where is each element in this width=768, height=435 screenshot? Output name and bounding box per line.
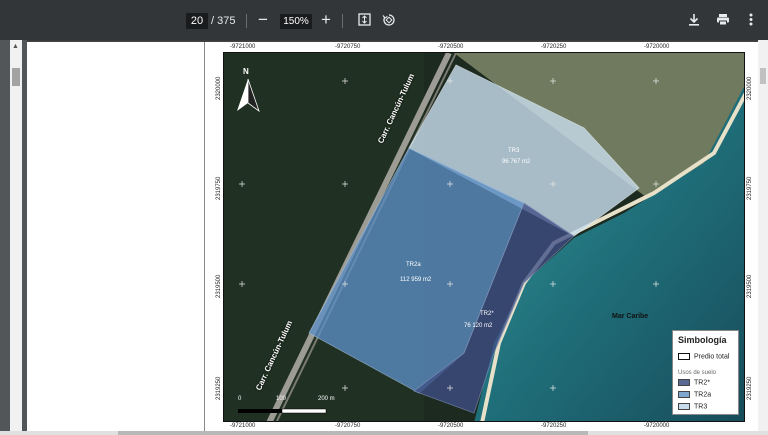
y-tick-right: 2319250 — [747, 376, 753, 400]
x-tick-top: -9721000 — [230, 44, 256, 50]
legend-item-tr2a: TR2a — [678, 391, 711, 400]
legend-swatch — [678, 403, 690, 410]
legend-item-tr3: TR3 — [678, 403, 707, 412]
x-tick-top: -9720250 — [541, 44, 567, 50]
scale-label: 200 m — [318, 396, 335, 402]
legend-item-predio: Predio total — [678, 353, 729, 362]
legend-label: TR2a — [694, 391, 712, 399]
x-tick-bottom: -9720250 — [541, 423, 567, 429]
x-tick-bottom: -9721000 — [230, 423, 256, 429]
x-tick-bottom: -9720000 — [644, 423, 670, 429]
y-tick-left: 2319750 — [216, 176, 222, 200]
download-icon[interactable] — [686, 13, 702, 30]
y-tick-left: 2319250 — [216, 376, 222, 400]
page-left-margin — [27, 42, 205, 435]
x-tick-top: -9720750 — [335, 44, 361, 50]
sea-label: Mar Caribe — [612, 313, 649, 320]
legend-label: Predio total — [694, 353, 730, 361]
zone-tr2-star-area: 76 120 m2 — [464, 323, 493, 329]
zone-tr2a-area: 112 959 m2 — [400, 277, 432, 283]
legend-item-tr2-star: TR2* — [678, 379, 710, 388]
legend-label: TR2* — [694, 379, 710, 387]
horizontal-scroll-thumb[interactable] — [118, 431, 588, 435]
scale-bar — [238, 409, 282, 413]
sidebar-scrollbar[interactable] — [10, 40, 22, 435]
legend-swatch — [678, 391, 690, 398]
scroll-up-arrow-icon[interactable]: ▲ — [12, 43, 19, 50]
legend-swatch — [678, 353, 690, 360]
zoom-level-input[interactable]: 150% — [280, 14, 312, 29]
zone-tr2a-name: TR2a — [406, 262, 421, 268]
map-legend: Simbología Predio total Usos de suelo TR… — [672, 330, 739, 415]
zoom-in-button[interactable]: + — [318, 11, 334, 29]
y-tick-right: 2319750 — [747, 176, 753, 200]
zone-tr3-area: 96 767 m2 — [502, 159, 531, 165]
scale-label: 100 — [276, 396, 287, 402]
y-tick-right: 2320000 — [747, 76, 753, 100]
toolbar-divider — [342, 14, 343, 28]
toolbar-divider — [246, 14, 247, 28]
legend-label: TR3 — [694, 403, 708, 411]
page-scroll-thumb[interactable] — [760, 68, 766, 84]
y-tick-right: 2319500 — [747, 274, 753, 298]
pdf-toolbar: 20 / 375 − 150% + — [0, 0, 768, 40]
fit-page-icon[interactable] — [356, 13, 372, 30]
sidebar-scroll-thumb[interactable] — [12, 68, 20, 86]
y-tick-left: 2319500 — [216, 274, 222, 298]
map-svg — [224, 53, 744, 421]
page-total: / 375 — [211, 15, 236, 27]
zone-tr2-star-name: TR2* — [480, 311, 494, 317]
legend-title: Simbología — [678, 335, 727, 345]
page-scrollbar[interactable] — [758, 40, 768, 435]
page-number-input[interactable]: 20 — [186, 13, 208, 29]
x-tick-bottom: -9720750 — [335, 423, 361, 429]
x-tick-top: -9720000 — [644, 44, 670, 50]
scale-label: 0 — [238, 396, 242, 402]
more-vert-icon[interactable] — [743, 13, 759, 30]
north-label: N — [243, 67, 249, 76]
legend-subtitle: Usos de suelo — [678, 370, 717, 376]
y-tick-left: 2320000 — [216, 76, 222, 100]
satellite-map: N Carr. Cancún-Tulum Carr. Cancún-Tulum … — [223, 52, 745, 422]
x-tick-top: -9720500 — [438, 44, 464, 50]
rotate-icon[interactable] — [381, 13, 397, 31]
print-icon[interactable] — [715, 13, 731, 30]
zoom-out-button[interactable]: − — [255, 11, 271, 29]
x-tick-bottom: -9720500 — [438, 423, 464, 429]
zone-tr3-name: TR3 — [508, 148, 520, 154]
legend-swatch — [678, 379, 690, 386]
